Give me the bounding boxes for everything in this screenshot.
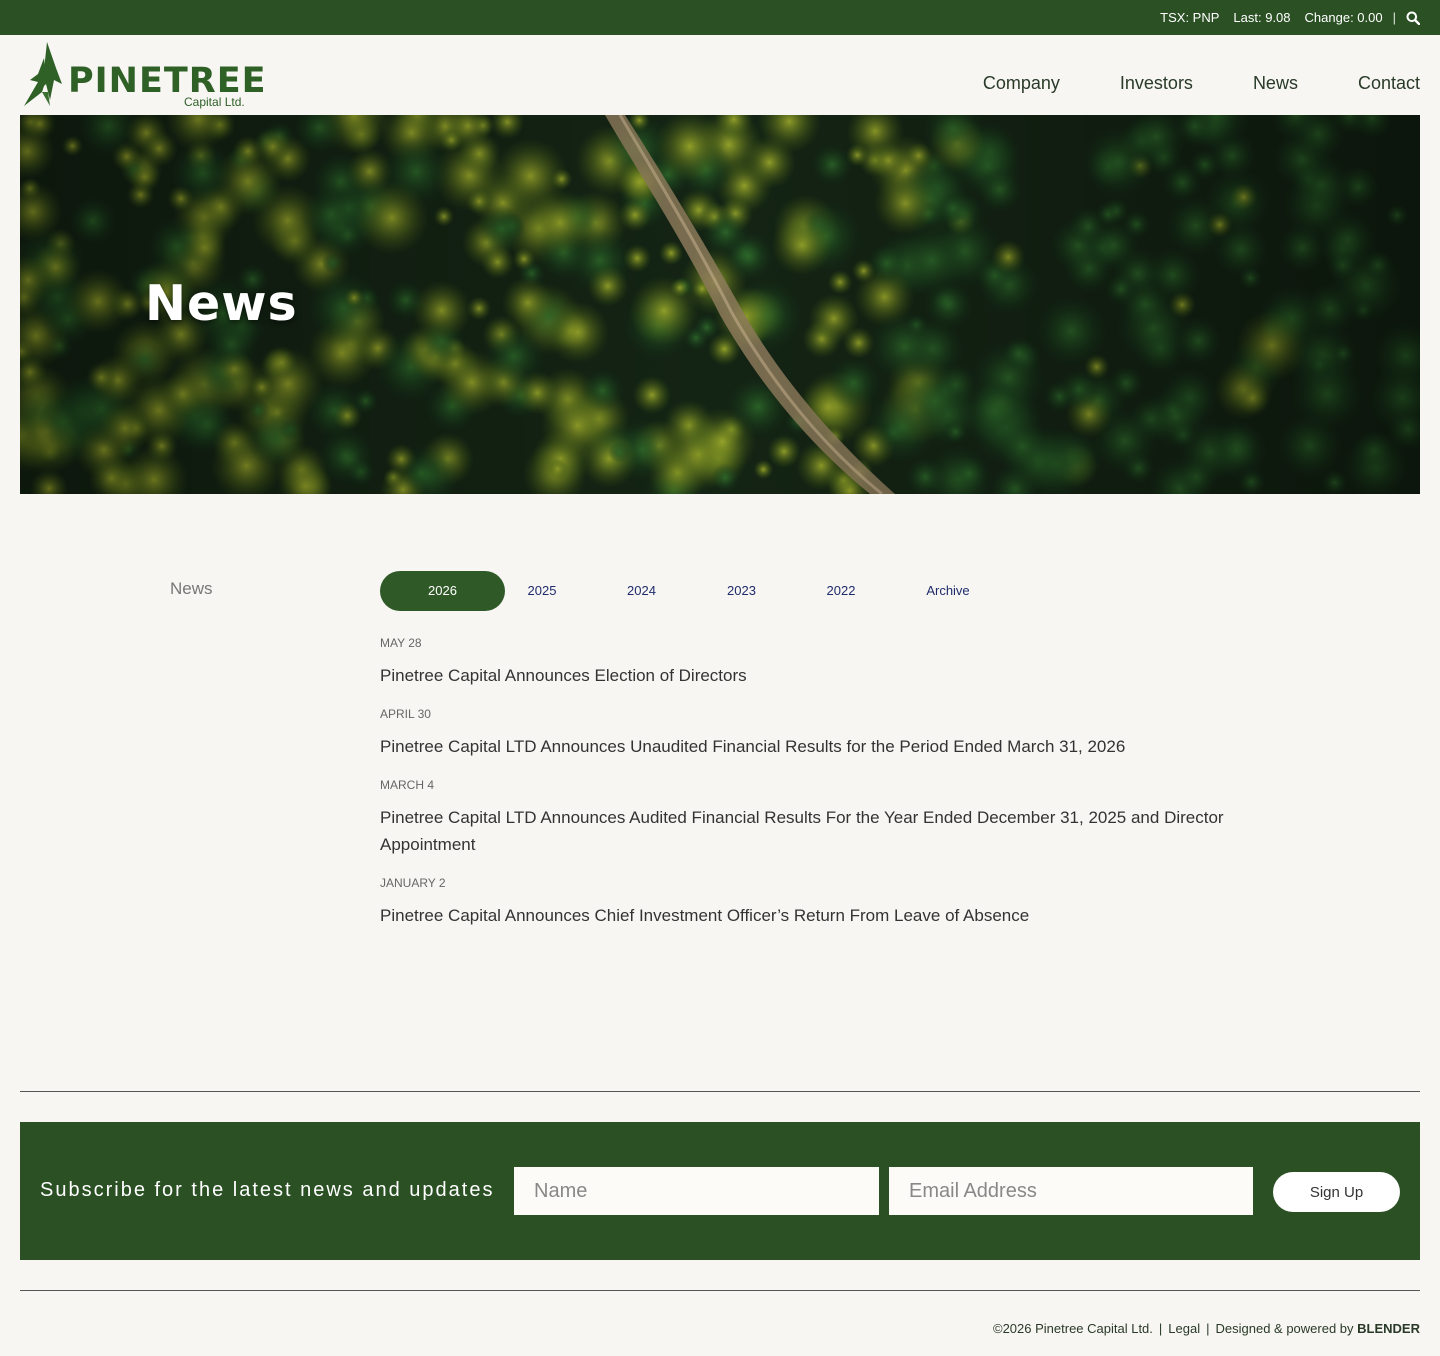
sign-up-button[interactable]: Sign Up xyxy=(1273,1172,1400,1212)
nav-news[interactable]: News xyxy=(1253,73,1298,94)
divider xyxy=(20,1091,1420,1092)
logo[interactable]: PINETREE Capital Ltd. xyxy=(20,40,266,112)
news-list: MAY 28 Pinetree Capital Announces Electi… xyxy=(380,636,1280,947)
news-title-link[interactable]: Pinetree Capital Announces Chief Investm… xyxy=(380,902,1280,929)
tab-2024[interactable]: 2024 xyxy=(579,571,704,611)
site-header: PINETREE Capital Ltd. Company Investors … xyxy=(0,35,1440,115)
year-tabs: 2026 2025 2024 2023 2022 Archive xyxy=(380,571,993,611)
sidebar-label: News xyxy=(170,579,213,598)
ticker-change: Change: 0.00 xyxy=(1304,10,1383,25)
subscribe-label: Subscribe for the latest news and update… xyxy=(40,1179,495,1201)
nav-company[interactable]: Company xyxy=(983,73,1060,94)
stock-ticker: TSX: PNP Last: 9.08 Change: 0.00 | xyxy=(1146,0,1420,35)
tab-archive[interactable]: Archive xyxy=(903,571,993,611)
top-bar: TSX: PNP Last: 9.08 Change: 0.00 | xyxy=(0,0,1440,35)
ticker-last: Last: 9.08 xyxy=(1233,10,1291,25)
news-date: APRIL 30 xyxy=(380,707,431,721)
tab-2026[interactable]: 2026 xyxy=(380,571,505,611)
divider xyxy=(20,1290,1420,1291)
name-field[interactable] xyxy=(514,1167,879,1215)
news-title-link[interactable]: Pinetree Capital Announces Election of D… xyxy=(380,662,1280,689)
hero-banner: News xyxy=(20,115,1420,494)
news-date: MAY 28 xyxy=(380,636,422,650)
news-date: JANUARY 2 xyxy=(380,876,446,890)
brand-subtitle: Capital Ltd. xyxy=(184,95,245,109)
list-item: MARCH 4 Pinetree Capital LTD Announces A… xyxy=(380,778,1280,858)
pine-tree-icon xyxy=(24,42,62,106)
list-item: JANUARY 2 Pinetree Capital Announces Chi… xyxy=(380,876,1280,929)
nav-investors[interactable]: Investors xyxy=(1120,73,1193,94)
ticker-symbol: TSX: PNP xyxy=(1160,10,1220,25)
news-title-link[interactable]: Pinetree Capital LTD Announces Audited F… xyxy=(380,804,1280,858)
legal-link[interactable]: Legal xyxy=(1168,1321,1200,1336)
news-date: MARCH 4 xyxy=(380,778,435,792)
main-nav: Company Investors News Contact xyxy=(923,73,1420,94)
news-title-link[interactable]: Pinetree Capital LTD Announces Unaudited… xyxy=(380,733,1280,760)
tab-2023[interactable]: 2023 xyxy=(704,571,779,611)
copyright: ©2026 Pinetree Capital Ltd. xyxy=(993,1321,1153,1336)
tab-2025[interactable]: 2025 xyxy=(505,571,579,611)
nav-contact[interactable]: Contact xyxy=(1358,73,1420,94)
ticker-separator: | xyxy=(1392,10,1396,25)
tab-2022[interactable]: 2022 xyxy=(779,571,903,611)
email-field[interactable] xyxy=(889,1167,1253,1215)
agency-link[interactable]: BLENDER xyxy=(1357,1321,1420,1336)
subscribe-banner: Subscribe for the latest news and update… xyxy=(20,1122,1420,1260)
footer: ©2026 Pinetree Capital Ltd. | Legal | Design… xyxy=(993,1321,1420,1336)
list-item: APRIL 30 Pinetree Capital LTD Announces … xyxy=(380,707,1280,760)
designed-by: Designed & powered by xyxy=(1215,1321,1354,1336)
list-item: MAY 28 Pinetree Capital Announces Electi… xyxy=(380,636,1280,689)
page-title: News xyxy=(145,275,298,332)
search-icon[interactable] xyxy=(1406,11,1420,25)
